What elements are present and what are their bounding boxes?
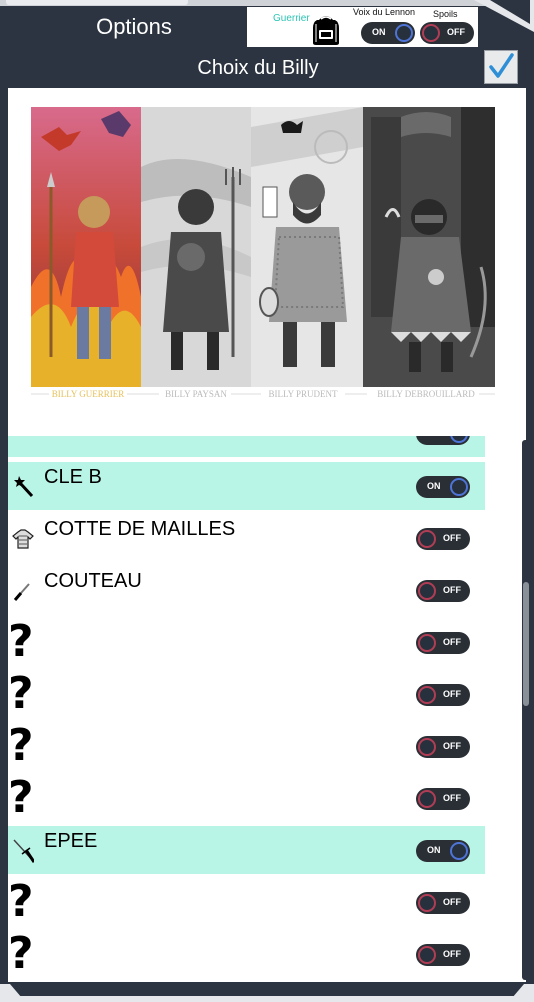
corner-decoration-inner [490,0,530,24]
list-item[interactable]: COTTE DE MAILLES OFF [8,514,485,562]
toggle-knob [418,790,436,808]
billy-portraits-banner[interactable]: BILLY GUERRIER BILLY PAYSAN BILLY PRUDEN… [31,107,495,403]
magic-wand-icon [12,472,34,500]
spoils-toggle[interactable]: OFF [420,22,474,44]
banner-captions: BILLY GUERRIER BILLY PAYSAN BILLY PRUDEN… [31,389,495,399]
item-toggle-text: OFF [443,689,461,699]
item-name: COTTE DE MAILLES [44,518,236,540]
list-item[interactable]: COUTEAU OFF [8,566,485,614]
item-toggle-text: OFF [443,533,461,543]
list-item[interactable]: ? OFF [8,930,485,978]
billy-choice-panel: BILLY GUERRIER BILLY PAYSAN BILLY PRUDEN… [8,88,530,984]
item-toggle-text: OFF [443,793,461,803]
item-toggle[interactable]: OFF [416,892,470,914]
item-toggle-text: OFF [443,949,461,959]
toggle-knob [418,946,436,964]
item-name: EPEE [44,830,98,852]
list-item[interactable]: CLE B ON [8,462,485,510]
toggle-knob [418,634,436,652]
caption-prudent: BILLY PRUDENT [268,389,338,399]
toggle-knob [418,894,436,912]
item-toggle[interactable]: OFF [416,632,470,654]
scrollbar[interactable] [522,440,530,980]
item-toggle[interactable]: OFF [416,580,470,602]
options-title[interactable]: Options [64,14,204,40]
toggle-knob [395,24,413,42]
toggle-knob [450,436,468,443]
knife-icon [12,576,34,604]
item-toggle[interactable]: ON [416,436,470,445]
list-item[interactable]: ? OFF [8,722,485,770]
item-name: COUTEAU [44,570,142,592]
voice-label: Voix du Lennon [353,7,416,17]
sword-icon [12,836,37,865]
confirm-button[interactable] [484,50,518,84]
item-toggle-text: ON [427,436,441,438]
toggle-knob [450,478,468,496]
item-toggle[interactable]: OFF [416,736,470,758]
checkmark-icon [489,53,514,78]
item-toggle[interactable]: ON [416,840,470,862]
question-mark-icon: ? [8,720,34,771]
spoils-toggle-text: OFF [447,27,465,37]
item-toggle[interactable]: ON [416,476,470,498]
list-item[interactable]: ON [8,436,485,457]
toggle-knob [418,738,436,756]
list-item[interactable]: ? OFF [8,878,485,926]
item-name: CLE B [44,466,102,488]
backpack-icon[interactable] [309,10,343,46]
class-label: Guerrier [273,13,310,24]
item-list[interactable]: ON CLE B ON COTTE DE MAILLES OFF COUTEAU OFF? O… [8,436,485,984]
list-item[interactable]: ? OFF [8,774,485,822]
item-toggle-text: OFF [443,585,461,595]
item-toggle[interactable]: OFF [416,528,470,550]
item-toggle-text: OFF [443,637,461,647]
caption-debrouillard: BILLY DEBROUILLARD [377,389,475,399]
info-box: Guerrier Voix du Lennon ON Spoils OFF [247,7,478,47]
bottom-bar-inner [10,984,524,996]
toggle-knob [422,24,440,42]
question-mark-icon: ? [8,772,34,823]
toggle-knob [418,582,436,600]
portrait-prudent[interactable] [251,107,363,387]
caption-paysan: BILLY PAYSAN [165,389,227,399]
list-item[interactable]: ? OFF [8,670,485,718]
item-toggle[interactable]: OFF [416,684,470,706]
item-toggle[interactable]: OFF [416,944,470,966]
app-window: Options Guerrier Voix du Lennon ON Spoil… [0,0,534,1002]
item-toggle-text: ON [427,481,441,491]
partial-item-icon [12,436,34,447]
item-toggle-text: OFF [443,741,461,751]
choice-title: Choix du Billy [197,57,319,79]
question-mark-icon: ? [8,668,34,719]
list-item[interactable]: EPEE ON [8,826,485,874]
toggle-knob [418,530,436,548]
caption-guerrier: BILLY GUERRIER [52,389,125,399]
spoils-label: Spoils [433,9,458,19]
voice-toggle-text: ON [372,27,386,37]
item-toggle-text: ON [427,845,441,855]
list-item[interactable]: ? OFF [8,618,485,666]
item-toggle-text: OFF [443,897,461,907]
voice-toggle[interactable]: ON [361,22,415,44]
question-mark-icon: ? [8,928,34,979]
portrait-debrouillard[interactable] [363,107,495,387]
portrait-guerrier[interactable] [31,107,141,387]
toggle-knob [450,842,468,860]
portrait-paysan[interactable] [141,107,251,387]
scroll-thumb[interactable] [523,582,529,706]
chainmail-shirt-icon [12,524,34,552]
question-mark-icon: ? [8,876,34,927]
item-toggle[interactable]: OFF [416,788,470,810]
toggle-knob [418,686,436,704]
top-strip [0,0,534,6]
tab-edge [6,0,188,5]
question-mark-icon: ? [8,616,34,667]
